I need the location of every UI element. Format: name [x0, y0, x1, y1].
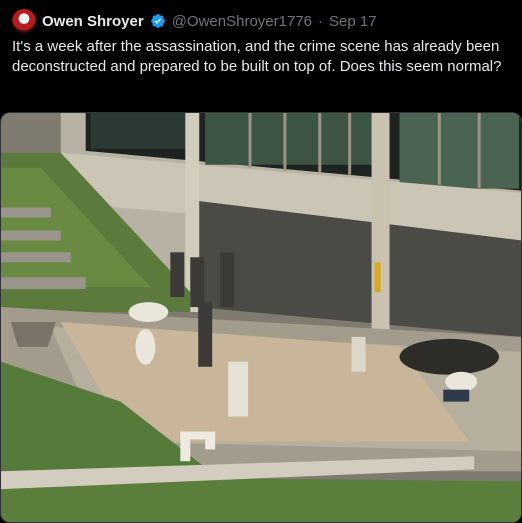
author-name[interactable]: Owen Shroyer	[42, 13, 144, 30]
construction-scene-photo	[1, 113, 521, 522]
author-handle[interactable]: @OwenShroyer1776	[172, 13, 312, 30]
tweet-date[interactable]: Sep 17	[329, 13, 377, 30]
header-separator: ·	[318, 12, 324, 30]
verified-badge-icon	[150, 14, 165, 28]
tweet-header: Owen Shroyer @OwenShroyer1776 · Sep 17	[12, 9, 377, 33]
tweet-media-image[interactable]	[0, 112, 522, 523]
tweet-card[interactable]: Owen Shroyer @OwenShroyer1776 · Sep 17 I…	[0, 0, 522, 523]
author-avatar[interactable]	[12, 9, 36, 33]
tweet-text: It's a week after the assassination, and…	[12, 38, 502, 75]
